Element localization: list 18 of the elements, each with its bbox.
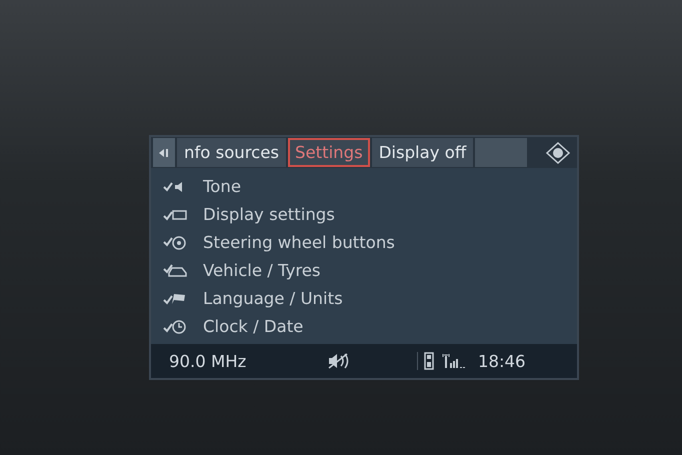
back-arrow-icon: [159, 148, 169, 158]
menu-item[interactable]: Tone: [203, 176, 241, 196]
phone-icon: [424, 352, 434, 370]
car-icon: [163, 262, 187, 278]
tab[interactable]: Display off: [372, 138, 474, 167]
radio-frequency: 90.0 MHz: [169, 352, 248, 370]
steering-wheel-icon: [163, 234, 187, 250]
menu-item[interactable]: Language / Units: [203, 288, 343, 308]
back-button[interactable]: [153, 138, 175, 167]
clock-time: 18:46: [478, 352, 526, 370]
menu-item[interactable]: Vehicle / Tyres: [203, 260, 320, 280]
joystick-icon: [545, 140, 571, 164]
menu-item[interactable]: Display settings: [203, 204, 335, 224]
clock-icon: [163, 318, 187, 334]
signal-strength-icon: [442, 353, 468, 369]
menu-item[interactable]: Clock / Date: [203, 316, 304, 336]
menu-item[interactable]: Steering wheel buttons: [203, 232, 395, 252]
tab[interactable]: nfo sources: [177, 138, 286, 167]
